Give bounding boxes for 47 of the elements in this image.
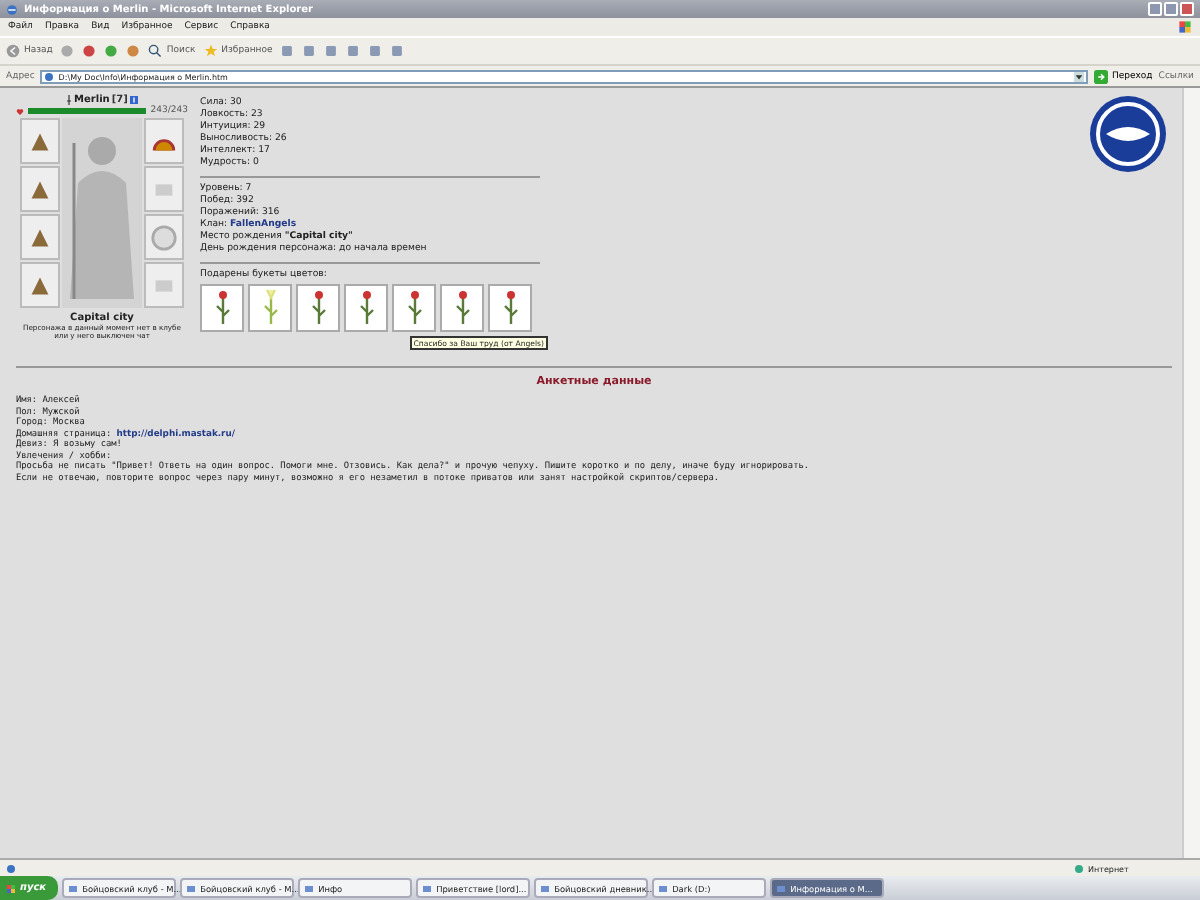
windows-flag-icon — [6, 883, 16, 893]
browser-icon — [6, 3, 18, 15]
globe-icon — [1074, 863, 1084, 873]
window-icon — [776, 883, 787, 893]
item-slot[interactable] — [20, 166, 60, 212]
close-button[interactable] — [1180, 2, 1194, 16]
flower-tile[interactable] — [200, 284, 244, 332]
window-icon — [658, 883, 669, 893]
scrollbar[interactable] — [1182, 88, 1200, 858]
flower-tile[interactable] — [488, 284, 532, 332]
minimize-button[interactable] — [1148, 2, 1162, 16]
shield-icon — [150, 223, 178, 251]
rose-flower-icon — [403, 288, 425, 328]
rose-flower-icon — [307, 288, 329, 328]
back-arrow-icon — [6, 44, 20, 58]
flower-tile[interactable] — [344, 284, 388, 332]
window-icon — [304, 883, 315, 893]
window-icon — [540, 883, 551, 893]
star-icon — [203, 44, 218, 58]
page-status-icon — [6, 863, 16, 873]
go-arrow-icon — [1093, 69, 1108, 83]
page-icon — [44, 71, 55, 81]
info-icon — [129, 96, 138, 104]
window-icon — [422, 883, 433, 893]
item-slot[interactable] — [144, 118, 184, 164]
item-slot[interactable] — [20, 118, 60, 164]
emblem-icon — [1088, 94, 1168, 174]
flower-tile[interactable] — [296, 284, 340, 332]
window-icon — [68, 883, 79, 893]
rose-flower-icon — [451, 288, 473, 328]
rose-flower-icon — [499, 288, 521, 328]
health-bar — [28, 108, 147, 114]
flower-tile[interactable] — [392, 284, 436, 332]
search-icon — [148, 44, 163, 58]
flower-tile[interactable] — [440, 284, 484, 332]
flower-tile[interactable] — [248, 284, 292, 332]
heart-icon — [16, 107, 24, 115]
window-icon — [186, 883, 197, 893]
rose-flower-icon — [355, 288, 377, 328]
dropdown-arrow-icon — [1073, 71, 1084, 81]
sword-icon — [66, 94, 73, 106]
item-slot[interactable] — [20, 214, 60, 260]
rose-flower-icon — [211, 288, 233, 328]
windows-flag-icon — [1178, 20, 1192, 34]
item-slot[interactable] — [20, 262, 60, 308]
maximize-button[interactable] — [1164, 2, 1178, 16]
lily-flower-icon — [259, 288, 281, 328]
